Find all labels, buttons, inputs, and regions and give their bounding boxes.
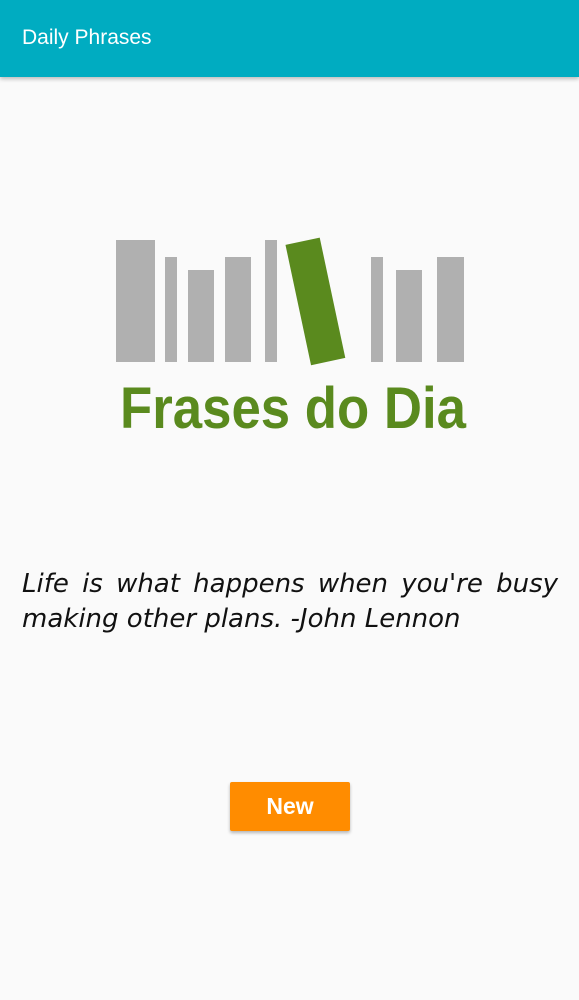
new-phrase-button[interactable]: New <box>230 782 350 831</box>
frases-do-dia-logo: Frases do Dia <box>116 237 467 435</box>
app-bar: Daily Phrases <box>0 0 579 77</box>
app-title: Daily Phrases <box>22 26 152 49</box>
daily-quote: Life is what happens when you're busy ma… <box>22 569 558 634</box>
main-content: Frases do Dia Life is what happens when … <box>0 77 579 1000</box>
logo-text: Frases do Dia <box>120 376 467 435</box>
tilted-green-book <box>285 237 346 366</box>
